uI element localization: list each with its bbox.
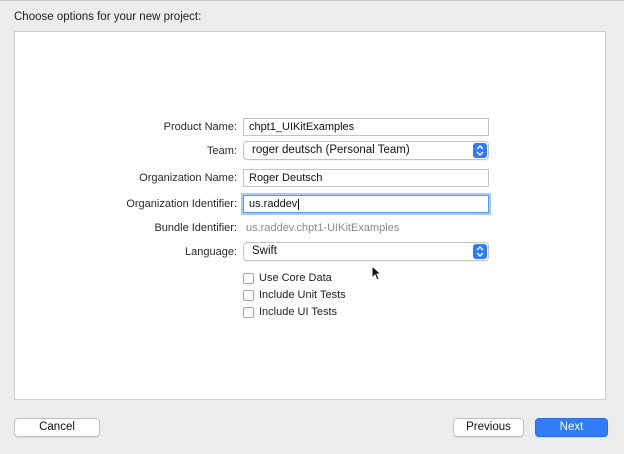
options-panel (14, 31, 606, 400)
use-core-data-checkbox[interactable]: Use Core Data (243, 272, 332, 284)
include-ui-tests-label: Include UI Tests (259, 306, 338, 318)
product-name-field[interactable]: chpt1_UIKitExamples (243, 118, 489, 136)
chevron-up-down-icon (473, 244, 487, 259)
language-label: Language: (185, 246, 237, 258)
use-core-data-label: Use Core Data (259, 272, 332, 284)
chevron-up-down-icon (473, 143, 487, 158)
next-button[interactable]: Next (535, 418, 608, 437)
bundle-identifier-label: Bundle Identifier: (154, 222, 237, 234)
language-popup[interactable]: Swift (243, 242, 489, 261)
checkbox-box[interactable] (243, 272, 254, 284)
bundle-identifier-value: us.raddev.chpt1-UIKitExamples (246, 222, 400, 234)
cancel-button[interactable]: Cancel (14, 418, 100, 437)
text-caret (298, 198, 300, 210)
organization-identifier-field[interactable]: us.raddev (243, 195, 489, 213)
window-top-edge (0, 0, 624, 1)
team-value: roger deutsch (Personal Team) (252, 144, 410, 156)
include-ui-tests-checkbox[interactable]: Include UI Tests (243, 306, 337, 318)
checkbox-box[interactable] (243, 306, 254, 318)
page-title: Choose options for your new project: (14, 11, 202, 23)
organization-name-field[interactable]: Roger Deutsch (243, 169, 489, 187)
organization-name-value: Roger Deutsch (249, 172, 323, 184)
include-unit-tests-checkbox[interactable]: Include Unit Tests (243, 289, 346, 301)
include-unit-tests-label: Include Unit Tests (259, 289, 346, 301)
mouse-pointer-icon (371, 264, 383, 284)
checkbox-box[interactable] (243, 289, 254, 301)
organization-name-label: Organization Name: (139, 172, 237, 184)
product-name-label: Product Name: (163, 121, 237, 133)
product-name-value: chpt1_UIKitExamples (249, 121, 355, 133)
team-label: Team: (207, 145, 237, 157)
team-popup[interactable]: roger deutsch (Personal Team) (243, 141, 489, 160)
organization-identifier-label: Organization Identifier: (126, 198, 237, 210)
previous-button[interactable]: Previous (453, 418, 524, 437)
organization-identifier-value: us.raddev (249, 198, 298, 210)
language-value: Swift (252, 245, 277, 257)
